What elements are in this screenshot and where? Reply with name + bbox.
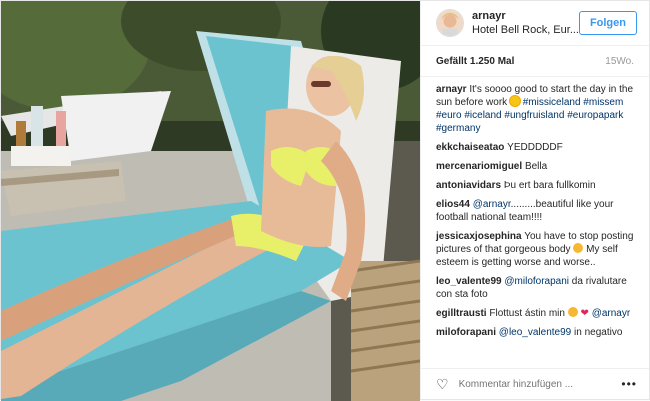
heart-eyes-emoji-icon [567, 307, 578, 317]
sun-emoji-icon [509, 96, 520, 106]
comment-user[interactable]: ekkchaiseataо [436, 142, 504, 153]
likes-count[interactable]: Gefällt 1.250 Mal [436, 56, 514, 67]
comment-text: Bella [524, 161, 548, 172]
follow-button[interactable]: Folgen [578, 11, 637, 35]
comment-item: jessicaxjosephina You have to stop posti… [436, 230, 634, 269]
comment-mention[interactable]: @leo_valente99 [499, 327, 571, 338]
post-photo[interactable] [1, 1, 420, 401]
comment-item: egilltrausti Flottust ástin min ❤ @arnay… [436, 307, 634, 320]
instagram-post: arnayr Hotel Bell Rock, Eur... Folgen Ge… [0, 0, 650, 401]
comment-text: YEDDDDDF [507, 142, 563, 153]
more-dots-icon[interactable]: ••• [621, 377, 637, 391]
comment-item: mercenariomiguel Bella [436, 160, 634, 173]
comment-user[interactable]: mercenariomiguel [436, 161, 522, 172]
heart-outline-icon[interactable]: ♡ [436, 376, 449, 393]
comment-item: miloforapani @leo_valente99 in negativo [436, 326, 634, 339]
comment-text: Þu ert bara fullkomin [503, 180, 596, 191]
comment-item: elios44 @arnayr.........beautiful like y… [436, 198, 634, 224]
comment-user[interactable]: antoniavidars [436, 180, 501, 191]
caption: arnayr It's soooo good to start the day … [436, 83, 634, 135]
post-meta: Gefällt 1.250 Mal 15Wo. [421, 46, 649, 77]
caption-user[interactable]: arnayr [436, 84, 467, 95]
red-heart-emoji-icon: ❤ [580, 308, 589, 319]
post-username[interactable]: arnayr [472, 9, 579, 23]
comment-bar: ♡ ••• [421, 368, 649, 399]
comment-item: leo_valente99 @miloforapani da rivalutar… [436, 275, 634, 301]
comment-text: Flottust ástin min [489, 308, 565, 319]
avatar[interactable] [436, 9, 464, 37]
comment-text: in negativo [574, 327, 623, 338]
comments-list: arnayr It's soooo good to start the day … [421, 77, 649, 368]
comment-user[interactable]: miloforapani [436, 327, 496, 338]
comment-mention[interactable]: @arnayr [473, 199, 511, 210]
heart-eyes-emoji-icon [573, 243, 584, 253]
avatar-image [437, 10, 463, 36]
comment-user[interactable]: leo_valente99 [436, 276, 502, 287]
comment-item: antoniavidars Þu ert bara fullkomin [436, 179, 634, 192]
post-time[interactable]: 15Wo. [605, 56, 634, 67]
post-sidebar: arnayr Hotel Bell Rock, Eur... Folgen Ge… [420, 1, 649, 399]
photo-image [1, 1, 420, 401]
comment-mention[interactable]: @miloforapani [504, 276, 569, 287]
comment-user[interactable]: jessicaxjosephina [436, 231, 522, 242]
comment-user[interactable]: egilltrausti [436, 308, 487, 319]
comment-item: ekkchaiseataо YEDDDDDF [436, 141, 634, 154]
post-location[interactable]: Hotel Bell Rock, Eur... [472, 23, 579, 37]
post-header: arnayr Hotel Bell Rock, Eur... Folgen [421, 1, 649, 46]
comment-input[interactable] [456, 377, 622, 391]
comment-mention[interactable]: @arnayr [592, 308, 631, 319]
comment-user[interactable]: elios44 [436, 199, 470, 210]
